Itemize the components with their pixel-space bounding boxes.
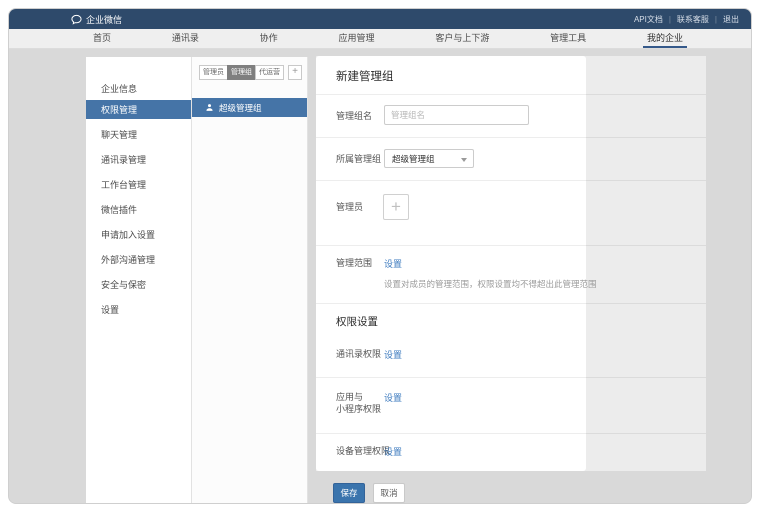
save-button[interactable]: 保存 [333,483,365,503]
nav-item-app-management[interactable]: 应用管理 [334,29,378,48]
permission-section-title: 权限设置 [336,314,378,329]
divider [316,433,706,434]
content-area: 企业信息 权限管理 聊天管理 通讯录管理 工作台管理 微信插件 申请加入设置 外… [9,49,751,503]
divider [316,180,706,181]
nav-item-collaboration[interactable]: 协作 [256,29,282,48]
api-docs-link[interactable]: API文档 [634,14,663,25]
scope-description: 设置对成员的管理范围，权限设置均不得超出此管理范围 [384,278,597,290]
divider [316,245,706,246]
parent-group-selected-value: 超级管理组 [392,153,435,165]
device-permission-label: 设备管理权限 [336,445,390,457]
new-group-form-region: 新建管理组 管理组名 所属管理组 超级管理组 管理员 + 管理范围 设置 设置对… [316,56,706,471]
nav-item-home[interactable]: 首页 [89,29,115,48]
sidebar-item-join-settings[interactable]: 申请加入设置 [86,222,191,247]
group-icon [205,103,214,112]
device-permission-set-link[interactable]: 设置 [384,445,402,458]
tab-administrators[interactable]: 管理员 [199,65,228,80]
divider [316,377,706,378]
tab-agent-operation[interactable]: 代运营 [255,65,284,80]
wework-bubble-icon [71,14,82,25]
screenshot-stage: 企业微信 API文档 | 联系客服 | 退出 首页 通讯录 协作 应用管理 客户… [0,0,760,512]
sidebar-item-workbench-management[interactable]: 工作台管理 [86,172,191,197]
chevron-down-icon [461,158,467,162]
contact-support-link[interactable]: 联系客服 [677,14,709,25]
sidebar-item-security-privacy[interactable]: 安全与保密 [86,272,191,297]
nav-item-admin-tools[interactable]: 管理工具 [546,29,590,48]
app-permission-set-link[interactable]: 设置 [384,391,402,404]
sidebar-item-external-communication[interactable]: 外部沟通管理 [86,247,191,272]
admin-group-panel: 管理员 管理组 代运营 + 超级管理组 [192,57,308,503]
contacts-permission-set-link[interactable]: 设置 [384,348,402,361]
sidebar-item-contacts-management[interactable]: 通讯录管理 [86,147,191,172]
admin-console-window: 企业微信 API文档 | 联系客服 | 退出 首页 通讯录 协作 应用管理 客户… [8,8,752,504]
group-list-item-super-admin[interactable]: 超级管理组 [192,98,307,117]
sidebar-item-wechat-plugin[interactable]: 微信插件 [86,197,191,222]
divider [316,137,706,138]
separator: | [669,15,671,24]
page-title: 新建管理组 [336,68,394,84]
form-actions: 保存 取消 [333,483,405,503]
app-permission-label: 应用与 小程序权限 [336,391,381,415]
add-admin-button[interactable]: + [383,194,409,220]
admins-label: 管理员 [336,201,363,213]
sidebar-item-chat-management[interactable]: 聊天管理 [86,122,191,147]
topbar-links: API文档 | 联系客服 | 退出 [634,14,739,25]
tab-admin-groups[interactable]: 管理组 [227,65,256,80]
divider [316,94,706,95]
divider [316,303,706,304]
cancel-button[interactable]: 取消 [373,483,405,503]
sidebar-item-enterprise-info[interactable]: 企业信息 [86,79,191,97]
add-group-button[interactable]: + [288,65,302,80]
scope-label: 管理范围 [336,257,372,269]
logout-link[interactable]: 退出 [723,14,739,25]
brand-name: 企业微信 [86,13,122,26]
nav-item-contacts[interactable]: 通讯录 [168,29,203,48]
settings-sidebar: 企业信息 权限管理 聊天管理 通讯录管理 工作台管理 微信插件 申请加入设置 外… [86,57,192,503]
sidebar-item-settings[interactable]: 设置 [86,297,191,322]
separator: | [715,15,717,24]
parent-group-select[interactable]: 超级管理组 [384,149,474,168]
group-name-label: 管理组名 [336,110,372,122]
role-tabs: 管理员 管理组 代运营 + [199,65,302,80]
group-name-input[interactable] [384,105,529,125]
parent-group-label: 所属管理组 [336,153,381,165]
nav-item-customers[interactable]: 客户与上下游 [431,29,493,48]
primary-nav: 首页 通讯录 协作 应用管理 客户与上下游 管理工具 我的企业 [9,29,751,49]
brand: 企业微信 [71,13,122,26]
contacts-permission-label: 通讯录权限 [336,348,381,360]
group-name: 超级管理组 [219,102,262,114]
sidebar-item-permission-management[interactable]: 权限管理 [86,97,191,122]
nav-item-my-enterprise[interactable]: 我的企业 [643,29,687,48]
scope-set-link[interactable]: 设置 [384,257,402,270]
topbar: 企业微信 API文档 | 联系客服 | 退出 [9,9,751,29]
